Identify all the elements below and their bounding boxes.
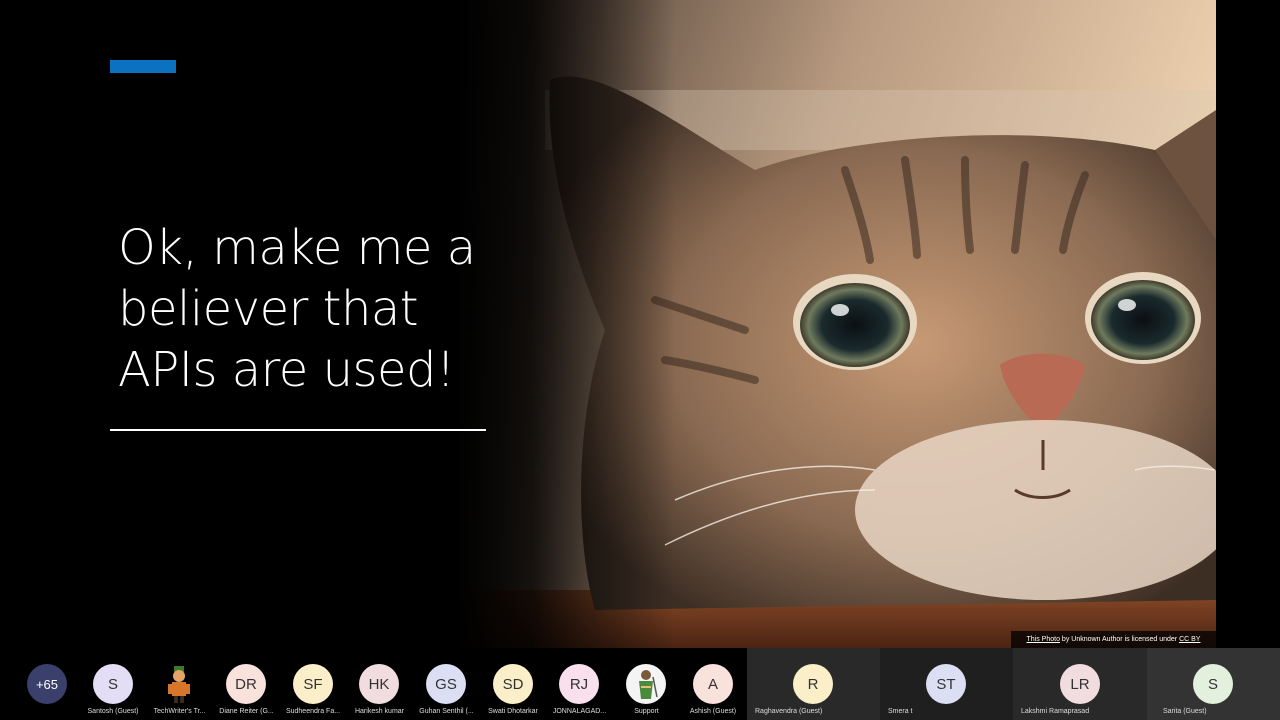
- cat-illustration: [455, 0, 1216, 648]
- meeting-stage: Ok, make me a believer that APIs are use…: [0, 0, 1280, 720]
- shared-slide: Ok, make me a believer that APIs are use…: [0, 0, 1216, 648]
- participant-tile[interactable]: TechWriter's Tr...: [146, 648, 213, 720]
- participant-video-tile[interactable]: LR Lakshmi Ramaprasad: [1013, 648, 1147, 720]
- avatar-photo-icon: [626, 664, 666, 704]
- cat-photo: [455, 0, 1216, 648]
- participant-name: Diane Reiter (G...: [219, 708, 274, 715]
- photo-link[interactable]: This Photo: [1027, 636, 1060, 643]
- attribution-text: by Unknown Author is licensed under: [1059, 636, 1180, 643]
- participant-name: TechWriter's Tr...: [153, 708, 206, 715]
- avatar: SF: [293, 664, 333, 704]
- participant-tile[interactable]: S Santosh (Guest): [80, 648, 146, 720]
- participant-name: Guhan Senthil (...: [419, 708, 474, 715]
- participant-name: Ashish (Guest): [689, 708, 737, 715]
- participant-name: Sarita (Guest): [1163, 708, 1207, 715]
- avatar: ST: [926, 664, 966, 704]
- avatar: DR: [226, 664, 266, 704]
- participant-name: Sudheendra Fa...: [285, 708, 341, 715]
- avatar: GS: [426, 664, 466, 704]
- avatar: RJ: [559, 664, 599, 704]
- slide-title-line: APIs are used!: [118, 342, 455, 398]
- photo-attribution: This Photo by Unknown Author is licensed…: [1011, 631, 1216, 648]
- participant-tile[interactable]: Support: [613, 648, 680, 720]
- slide-title-line: Ok, make me a: [118, 220, 476, 276]
- participant-tile[interactable]: RJ JONNALAGAD...: [546, 648, 613, 720]
- avatar: S: [93, 664, 133, 704]
- avatar: A: [693, 664, 733, 704]
- participant-tile[interactable]: GS Guhan Senthil (...: [413, 648, 480, 720]
- avatar: SD: [493, 664, 533, 704]
- participant-tile[interactable]: HK Harikesh kumar: [346, 648, 413, 720]
- participant-video-tile[interactable]: R Raghavendra (Guest): [747, 648, 880, 720]
- avatar-photo-icon: [159, 664, 199, 704]
- avatar: LR: [1060, 664, 1100, 704]
- more-participants-button[interactable]: +65: [27, 664, 67, 704]
- participant-tile[interactable]: A Ashish (Guest): [680, 648, 746, 720]
- participant-name: Raghavendra (Guest): [755, 708, 823, 715]
- slide-title-line: believer that: [118, 281, 419, 337]
- participant-name: JONNALAGAD...: [552, 708, 607, 715]
- participant-name: Harikesh kumar: [354, 708, 404, 715]
- participant-tile[interactable]: SF Sudheendra Fa...: [280, 648, 346, 720]
- participant-name: Smera t: [888, 708, 913, 715]
- participant-name: Swati Dhotarkar: [488, 708, 538, 715]
- slide-accent-bar: [110, 60, 176, 73]
- participant-video-tile[interactable]: S Sarita (Guest): [1147, 648, 1280, 720]
- participant-name: Lakshmi Ramaprasad: [1021, 708, 1090, 715]
- title-underline: [110, 429, 486, 431]
- slide-title: Ok, make me a believer that APIs are use…: [118, 218, 488, 401]
- avatar: S: [1193, 664, 1233, 704]
- license-link[interactable]: CC BY: [1179, 636, 1200, 643]
- participant-video-tile[interactable]: ST Smera t: [880, 648, 1013, 720]
- participant-tile[interactable]: SD Swati Dhotarkar: [480, 648, 546, 720]
- participants-strip: +65 S Santosh (Guest) TechWriter's Tr...: [0, 648, 1280, 720]
- participant-name: Santosh (Guest): [87, 708, 139, 715]
- participant-name: Support: [634, 708, 659, 715]
- avatar: R: [793, 664, 833, 704]
- avatar: HK: [359, 664, 399, 704]
- participant-tile[interactable]: DR Diane Reiter (G...: [213, 648, 280, 720]
